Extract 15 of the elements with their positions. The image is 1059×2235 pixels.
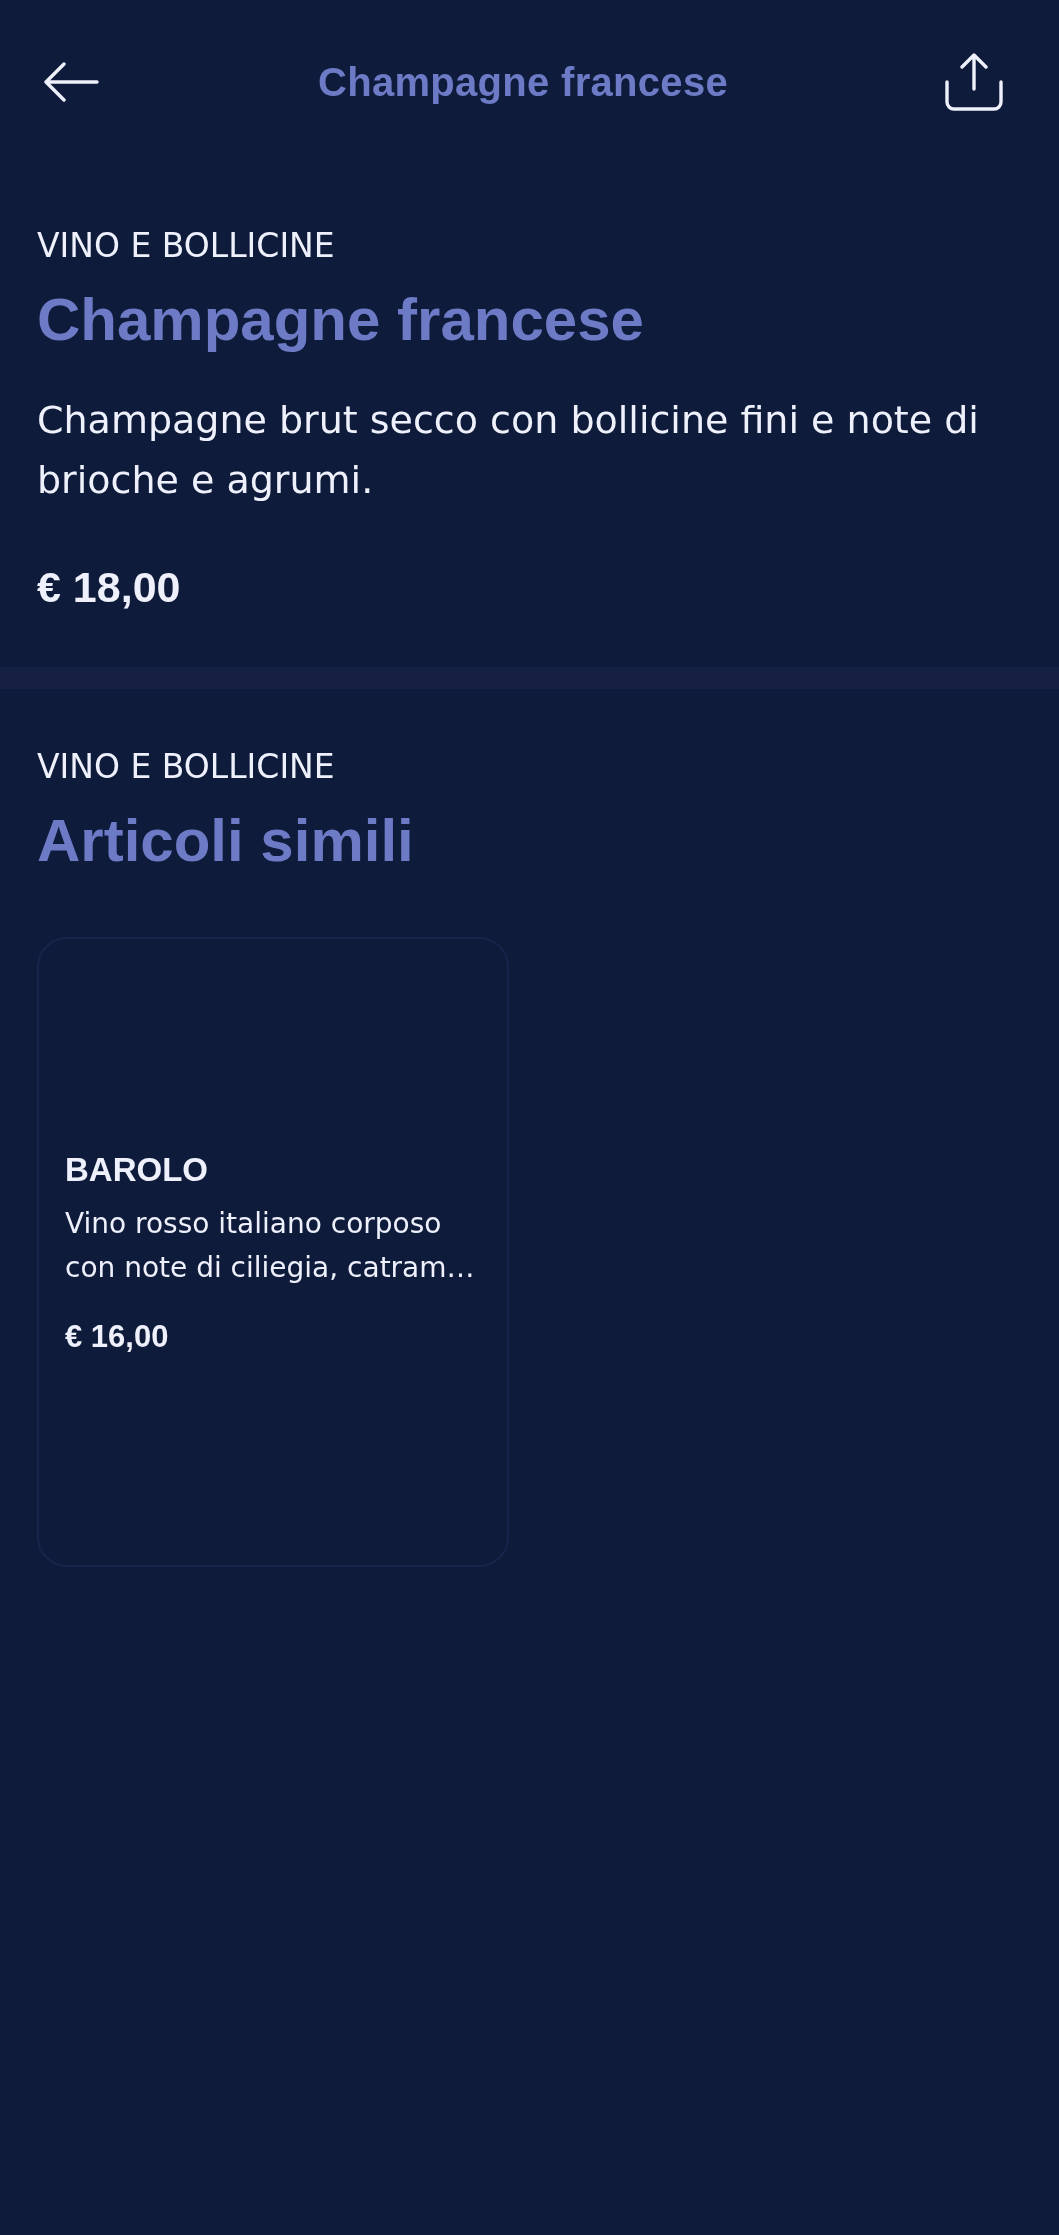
- share-icon: [945, 53, 1003, 111]
- back-button[interactable]: [43, 62, 99, 102]
- product-card[interactable]: BAROLO Vino rosso italiano corposo con note di ciliegia, catram… € 16,00: [37, 937, 509, 1567]
- item-name: BAROLO: [65, 1149, 208, 1190]
- category-label: VINO E BOLLICINE: [37, 747, 335, 787]
- category-label: VINO E BOLLICINE: [37, 226, 335, 266]
- product-price: € 18,00: [37, 562, 181, 612]
- item-price: € 16,00: [65, 1318, 169, 1355]
- product-description: Champagne brut secco con bollicine fini e note di brioche e agrumi.: [37, 397, 980, 504]
- product-name: Champagne francese: [37, 285, 644, 355]
- share-button[interactable]: [945, 53, 1003, 111]
- section-title: Articoli simili: [37, 806, 414, 876]
- item-description: Vino rosso italiano corposo con note di ciliegia, catram…: [65, 1205, 476, 1286]
- back-arrow-icon: [43, 62, 99, 102]
- page-title: Champagne francese: [318, 59, 728, 106]
